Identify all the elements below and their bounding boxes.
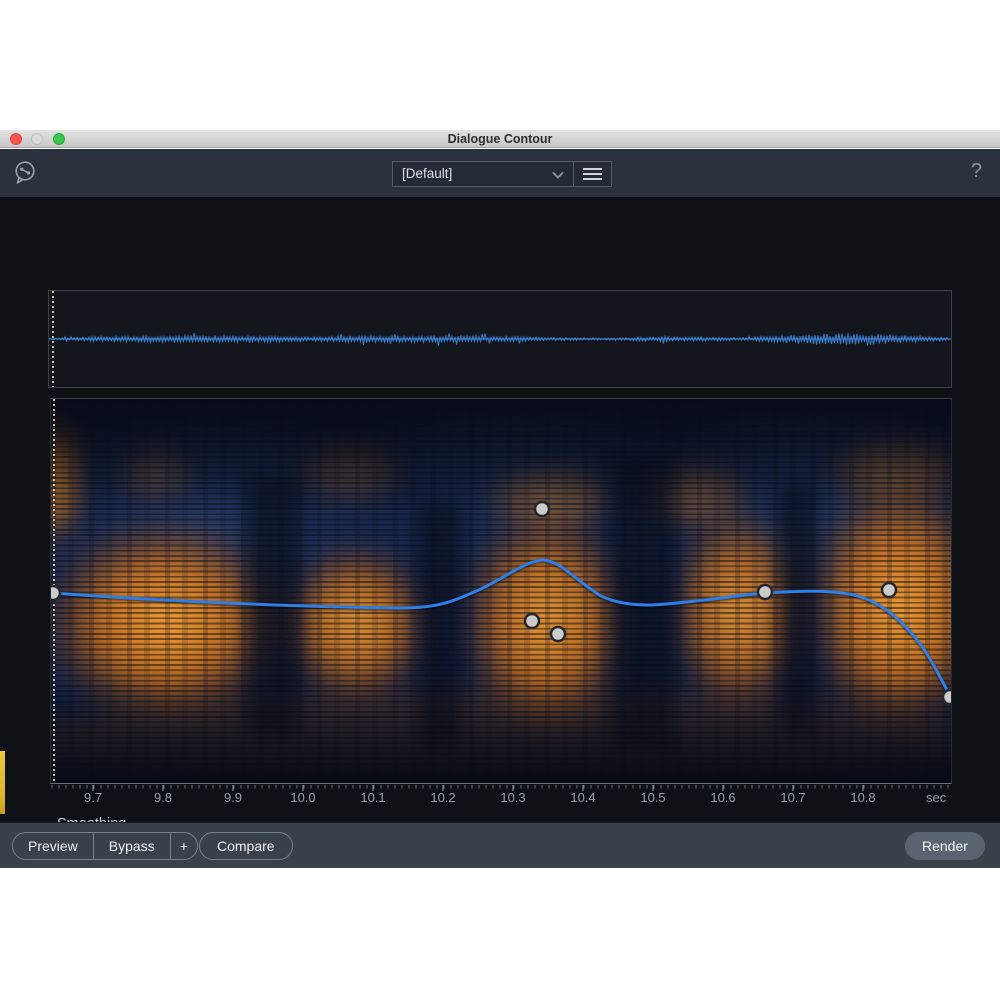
- contour-control-point[interactable]: [51, 586, 60, 600]
- contour-control-point[interactable]: [535, 502, 549, 516]
- toolbar: [Default] ?: [0, 149, 1000, 198]
- chevron-down-icon: [552, 171, 564, 179]
- time-axis-unit: sec: [926, 790, 946, 805]
- time-tick-label: 10.6: [710, 790, 735, 805]
- bypass-button[interactable]: Bypass: [94, 833, 170, 859]
- contour-control-point[interactable]: [882, 583, 896, 597]
- hamburger-icon: [583, 168, 602, 170]
- window-title: Dialogue Contour: [0, 130, 1000, 148]
- main-body: 9.7 9.8 9.9 10.0 10.1 10.2 10.3 10.4 10.5 10.6 10.…: [0, 198, 1000, 822]
- contour-control-point[interactable]: [943, 690, 952, 704]
- preset-dropdown[interactable]: [Default]: [393, 162, 573, 186]
- time-tick-label: 10.7: [780, 790, 805, 805]
- contour-control-point[interactable]: [551, 627, 565, 641]
- time-tick-label: 9.7: [84, 790, 102, 805]
- preset-menu-button[interactable]: [574, 162, 611, 186]
- render-button[interactable]: Render: [905, 832, 985, 860]
- contour-curve[interactable]: [53, 560, 950, 697]
- time-tick-label: 10.4: [570, 790, 595, 805]
- selection-boundary-line: [52, 291, 54, 387]
- waveform-overview[interactable]: [48, 290, 952, 388]
- time-tick-label: 10.3: [500, 790, 525, 805]
- time-tick-label: 10.5: [640, 790, 665, 805]
- preset-group: [Default]: [392, 161, 612, 187]
- time-tick-label: 9.8: [154, 790, 172, 805]
- screen: Dialogue Contour [Default]: [0, 0, 1000, 1000]
- time-axis-labels: 9.7 9.8 9.9 10.0 10.1 10.2 10.3 10.4 10.5 10.6 10.…: [50, 790, 952, 808]
- contour-control-point[interactable]: [758, 585, 772, 599]
- spectrogram-view[interactable]: [50, 398, 952, 784]
- preview-button[interactable]: Preview: [13, 833, 93, 859]
- time-tick-label: 9.9: [224, 790, 242, 805]
- time-tick-label: 10.8: [850, 790, 875, 805]
- waveform-plot: [49, 291, 951, 387]
- contour-control-point[interactable]: [525, 614, 539, 628]
- dialogue-contour-window: Dialogue Contour [Default]: [0, 130, 1000, 868]
- time-tick-label: 10.0: [290, 790, 315, 805]
- edge-highlight-strip: [0, 751, 5, 814]
- transport-segmented-control: Preview Bypass +: [12, 832, 198, 860]
- compare-button[interactable]: Compare: [199, 832, 293, 860]
- contour-curve-layer: [51, 399, 952, 784]
- titlebar: Dialogue Contour: [0, 130, 1000, 148]
- time-tick-label: 10.2: [430, 790, 455, 805]
- footer-bar: Preview Bypass + Compare Render: [0, 822, 1000, 868]
- dialogue-contour-icon: [12, 159, 38, 187]
- time-tick-label: 10.1: [360, 790, 385, 805]
- add-button[interactable]: +: [171, 833, 197, 859]
- preset-value: [Default]: [402, 166, 452, 181]
- help-icon[interactable]: ?: [971, 160, 982, 183]
